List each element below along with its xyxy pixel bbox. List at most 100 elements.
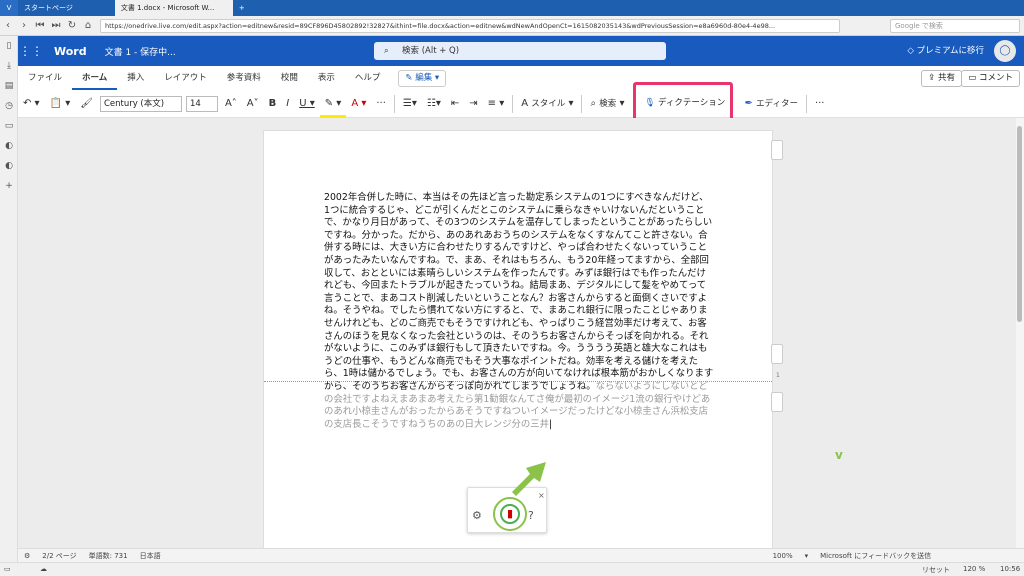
paste-icon[interactable]: 📋 ▾: [45, 90, 76, 118]
body-text: 2002年合併した時に、本当はその先ほど言った勘定系システムの1つにすべきなんだ…: [324, 192, 714, 392]
ribbon-toolbar: ↶ ▾ 📋 ▾ 🖌 Century (本文) 14 A˄ A˅ B I U ▾ …: [18, 81, 1024, 144]
app-launcher-icon[interactable]: ⋮⋮: [18, 44, 44, 58]
avatar[interactable]: ◯: [994, 40, 1016, 62]
pencil-icon: ✎: [405, 72, 416, 83]
tab-label: 文書 1.docx - Microsoft W...: [120, 4, 215, 12]
tab-insert[interactable]: 挿入: [117, 66, 154, 90]
comment-button[interactable]: ▭ コメント: [961, 70, 1020, 87]
editor-button[interactable]: ✒ エディター: [739, 90, 802, 118]
share-button[interactable]: ⇪ 共有: [921, 70, 962, 87]
edit-mode-button[interactable]: ✎ 編集 ▾: [398, 69, 447, 87]
decrease-indent-icon[interactable]: ⇤: [446, 90, 464, 118]
font-select[interactable]: Century (本文): [99, 95, 182, 112]
search-icon: ⌕: [384, 46, 389, 56]
undo-icon[interactable]: ↶ ▾: [18, 90, 45, 118]
cloud-icon[interactable]: ☁: [40, 565, 47, 573]
ribbon-tabs: ファイル ホーム 挿入 レイアウト 参考資料 校閲 表示 ヘルプ ✎ 編集 ▾ …: [18, 66, 1024, 90]
tab-review[interactable]: 校閲: [271, 66, 308, 90]
comment-icon: ▭: [968, 73, 979, 83]
browser-search-field[interactable]: Google で検索: [890, 18, 1020, 33]
tab-home[interactable]: ホーム: [72, 66, 118, 90]
web-panel-icon[interactable]: ◐: [0, 156, 18, 176]
browser-statusbar: ▭ ☁ リセット 120 % 10:56: [0, 562, 1024, 576]
shrink-font-icon[interactable]: A˅: [242, 90, 264, 118]
fast-forward-icon[interactable]: ⏭: [48, 20, 64, 31]
window-icon[interactable]: ▭: [0, 116, 18, 136]
dictate-group: 🎙 ディクテーション ▾: [629, 81, 739, 144]
browser-sidebar: ▯ ⤓ ▤ ◷ ▭ ◐ ◐ +: [0, 36, 18, 566]
search-icon: ⌕: [590, 97, 600, 109]
bullets-icon[interactable]: ☰▾: [398, 90, 422, 118]
increase-indent-icon[interactable]: ⇥: [464, 90, 482, 118]
tab-file[interactable]: ファイル: [18, 66, 72, 90]
scrollbar-thumb[interactable]: [1017, 126, 1022, 322]
grow-font-icon[interactable]: A˄: [220, 90, 242, 118]
zoom-level[interactable]: 120 %: [963, 565, 985, 573]
panel-toggle-icon[interactable]: ▭: [4, 565, 11, 573]
underline-icon[interactable]: U ▾: [294, 90, 320, 118]
address-bar-row: ‹ › ⏮ ⏭ ↻ ⌂ https://onedrive.live.com/ed…: [0, 16, 1024, 36]
microphone-icon: 🎙: [644, 97, 658, 108]
document-text[interactable]: 2002年合併した時に、本当はその先ほど言った勘定系システムの1つにすべきなんだ…: [324, 192, 714, 431]
document-title[interactable]: 文書 1 - 保存中...: [105, 45, 176, 58]
reset-label[interactable]: リセット: [922, 565, 950, 575]
diamond-icon: ◇: [907, 46, 917, 56]
tab-document[interactable]: 文書 1.docx - Microsoft W...: [114, 0, 233, 16]
page-count: 2/2 ページ: [42, 551, 77, 560]
page-side-tab: [771, 392, 783, 412]
premium-link[interactable]: ◇ プレミアムに移行: [907, 36, 984, 66]
zoom-level[interactable]: 100%: [767, 552, 799, 560]
styles-icon: A: [521, 97, 532, 109]
home-icon[interactable]: ⌂: [80, 20, 96, 31]
dictate-label: ディクテーション: [657, 97, 726, 108]
tab-layout[interactable]: レイアウト: [154, 66, 217, 90]
more-icon[interactable]: ···: [810, 90, 830, 118]
microphone-button[interactable]: ▮: [500, 504, 520, 524]
vivaldi-icon[interactable]: V: [0, 0, 18, 16]
web-panel-icon[interactable]: ◐: [0, 136, 18, 156]
zoom-chevron-icon[interactable]: ▾: [799, 552, 815, 560]
history-icon[interactable]: ◷: [0, 96, 18, 116]
align-icon[interactable]: ≡ ▾: [483, 90, 510, 118]
download-icon[interactable]: ⤓: [0, 56, 18, 76]
language[interactable]: 日本語: [134, 551, 167, 561]
tab-references[interactable]: 参考資料: [217, 66, 271, 90]
rewind-icon[interactable]: ⏮: [32, 20, 48, 31]
search-box[interactable]: ⌕ 検索 (Alt + Q): [374, 42, 666, 60]
clock: 10:56: [1000, 565, 1021, 573]
search-placeholder: 検索 (Alt + Q): [402, 46, 460, 56]
highlight-icon[interactable]: ✎ ▾: [319, 90, 347, 118]
bold-icon[interactable]: B: [264, 90, 282, 118]
tab-help[interactable]: ヘルプ: [345, 66, 391, 90]
forward-icon[interactable]: ›: [16, 20, 32, 31]
font-color-icon[interactable]: A ▾: [346, 90, 371, 118]
editor-icon: ✒: [744, 97, 757, 109]
feedback-link[interactable]: Microsoft にフィードバックを送信: [814, 551, 937, 561]
new-tab-button[interactable]: +: [233, 0, 251, 16]
italic-icon[interactable]: I: [281, 90, 294, 118]
status-bar: ⚙ 2/2 ページ 単語数: 731 日本語 100% ▾ Microsoft …: [18, 548, 1024, 562]
tab-view[interactable]: 表示: [308, 66, 345, 90]
tab-start-page[interactable]: スタートページ: [18, 0, 79, 16]
tab-label: スタートページ: [24, 4, 73, 12]
checkmark-icon: v: [835, 448, 843, 462]
styles-button[interactable]: A スタイル ▾: [516, 90, 578, 118]
share-label: 共有: [937, 73, 955, 83]
font-size-select[interactable]: 14: [185, 95, 218, 112]
settings-icon[interactable]: ⚙: [472, 509, 482, 522]
divider: [581, 94, 583, 113]
share-icon: ⇪: [928, 73, 938, 83]
help-icon[interactable]: ?: [528, 509, 534, 522]
settings-icon[interactable]: ⚙: [18, 552, 36, 560]
format-painter-icon[interactable]: 🖌: [75, 90, 98, 118]
app-name[interactable]: Word: [54, 45, 87, 58]
back-icon[interactable]: ‹: [0, 20, 16, 31]
more-icon[interactable]: ···: [371, 90, 391, 118]
bookmark-icon[interactable]: ▯: [0, 36, 18, 56]
add-panel-icon[interactable]: +: [0, 176, 18, 196]
reload-icon[interactable]: ↻: [64, 20, 80, 31]
url-field[interactable]: https://onedrive.live.com/edit.aspx?acti…: [100, 18, 840, 33]
find-button[interactable]: ⌕ 検索 ▾: [585, 90, 629, 118]
notes-icon[interactable]: ▤: [0, 76, 18, 96]
numbering-icon[interactable]: ☷▾: [422, 90, 446, 118]
